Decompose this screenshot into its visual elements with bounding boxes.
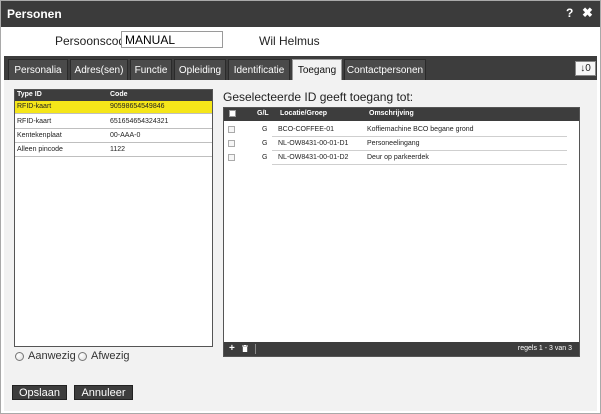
row-location: NL-OW8431-00-01-D2 (278, 154, 349, 161)
row-gl: G (262, 154, 268, 161)
id-row[interactable]: RFID-kaart 90598654549846 (15, 101, 212, 114)
row-gl: G (262, 140, 268, 147)
access-title: Geselecteerde ID geeft toegang tot: (223, 90, 414, 104)
row-location: NL-OW8431-00-01-D1 (278, 140, 349, 147)
add-icon[interactable]: + (229, 343, 235, 354)
cancel-button[interactable]: Annuleer (74, 385, 133, 400)
id-type: RFID-kaart (17, 118, 52, 125)
row-location: BCO-COFFEE-01 (278, 126, 335, 133)
access-row[interactable]: G NL-OW8431-00-01-D2 Deur op parkeerdek (224, 151, 579, 165)
save-button[interactable]: Opslaan (12, 385, 67, 400)
help-icon[interactable]: ? (566, 6, 573, 20)
person-name: Wil Helmus (259, 34, 320, 48)
toolbar-divider (255, 344, 256, 354)
row-checkbox[interactable] (228, 154, 235, 161)
id-row[interactable]: Alleen pincode 1122 (15, 144, 212, 157)
id-row[interactable]: RFID-kaart 651654654324321 (15, 116, 212, 129)
access-table: G/L Locatie/Groep Omschrijving G BCO-COF… (223, 107, 580, 357)
window-title: Personen (7, 7, 62, 21)
id-list-header: Type ID Code (15, 90, 212, 101)
select-all-checkbox[interactable] (229, 110, 236, 117)
id-code: 90598654549846 (110, 103, 165, 110)
id-type: RFID-kaart (17, 103, 52, 110)
id-code: 00-AAA-0 (110, 132, 141, 139)
access-row[interactable]: G NL-OW8431-00-01-D1 Personeelingang (224, 137, 579, 151)
row-divider (272, 164, 567, 165)
tab-bar: Personalia Adres(sen) Functie Opleiding … (4, 56, 597, 80)
radio-absent[interactable]: Afwezig (78, 350, 130, 362)
radio-present[interactable]: Aanwezig (15, 350, 76, 362)
personen-dialog: Personen ? ✖ Persoonscode: Wil Helmus Pe… (0, 0, 601, 414)
row-description: Deur op parkeerdek (367, 154, 429, 161)
column-description[interactable]: Omschrijving (369, 110, 414, 117)
column-gl[interactable]: G/L (257, 110, 269, 117)
pager-text: regels 1 - 3 van 3 (517, 345, 572, 352)
tab-functie[interactable]: Functie (130, 59, 172, 80)
close-icon[interactable]: ✖ (582, 5, 593, 21)
person-code-input[interactable] (121, 31, 223, 48)
tab-personalia[interactable]: Personalia (8, 59, 68, 80)
row-gl: G (262, 126, 268, 133)
tab-toegang[interactable]: Toegang (292, 59, 342, 80)
present-label: Aanwezig (28, 350, 76, 362)
trash-icon[interactable] (242, 345, 248, 352)
id-code: 1122 (110, 146, 126, 153)
tab-adres[interactable]: Adres(sen) (70, 59, 128, 80)
id-list: Type ID Code RFID-kaart 90598654549846 R… (14, 89, 213, 347)
row-checkbox[interactable] (228, 140, 235, 147)
id-code: 651654654324321 (110, 118, 169, 125)
access-table-header: G/L Locatie/Groep Omschrijving (224, 108, 579, 121)
row-description: Koffiemachine BCO begane grond (367, 126, 474, 133)
access-table-footer: + regels 1 - 3 van 3 (224, 342, 579, 356)
tab-contactpersonen[interactable]: Contactpersonen (344, 59, 426, 80)
id-type: Kentekenplaat (17, 132, 62, 139)
radio-button-icon[interactable] (15, 351, 24, 361)
row-checkbox[interactable] (228, 126, 235, 133)
tab-counter-button[interactable]: ↓0 (575, 61, 596, 76)
id-row[interactable]: Kentekenplaat 00-AAA-0 (15, 130, 212, 143)
row-description: Personeelingang (367, 140, 420, 147)
column-location[interactable]: Locatie/Groep (280, 110, 327, 117)
id-type: Alleen pincode (17, 146, 63, 153)
column-code[interactable]: Code (110, 91, 128, 98)
absent-label: Afwezig (91, 350, 130, 362)
tab-opleiding[interactable]: Opleiding (174, 59, 226, 80)
title-bar: Personen ? ✖ (1, 1, 600, 27)
access-row[interactable]: G BCO-COFFEE-01 Koffiemachine BCO begane… (224, 123, 579, 137)
column-type-id[interactable]: Type ID (17, 91, 42, 98)
radio-button-icon[interactable] (78, 351, 87, 361)
tab-identificatie[interactable]: Identificatie (228, 59, 290, 80)
